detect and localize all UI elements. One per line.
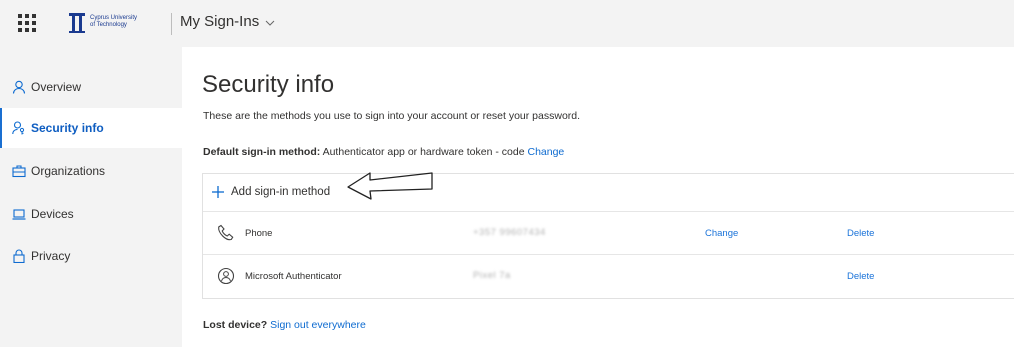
app-launcher-icon[interactable] <box>18 14 36 32</box>
default-method-value: Authenticator app or hardware token - co… <box>322 146 525 158</box>
sidebar-item-organizations[interactable]: Organizations <box>0 151 182 191</box>
methods-card: Add sign-in method Phone +357 99607434 C… <box>202 173 1014 299</box>
sidebar-item-security-info[interactable]: Security info <box>0 108 182 148</box>
university-logo-mark <box>69 13 85 33</box>
method-name: Microsoft Authenticator <box>245 271 342 282</box>
laptop-icon <box>12 209 26 220</box>
lost-device-line: Lost device? Sign out everywhere <box>203 319 366 331</box>
app-title: My Sign-Ins <box>180 13 260 30</box>
phone-icon <box>218 224 234 241</box>
app-title-dropdown[interactable]: My Sign-Ins <box>180 13 275 30</box>
university-logo-text: Cyprus University of Technology <box>90 15 138 28</box>
method-name: Phone <box>245 228 273 239</box>
annotation-arrow-icon <box>347 172 433 200</box>
method-row-phone: Phone +357 99607434 Change Delete <box>203 211 1014 255</box>
method-value: Pixel 7a <box>473 270 511 281</box>
method-value: +357 99607434 <box>473 227 546 238</box>
main-content: Security info These are the methods you … <box>182 47 1014 347</box>
sign-out-everywhere-link[interactable]: Sign out everywhere <box>270 319 366 331</box>
sidebar-item-label: Organizations <box>31 164 106 178</box>
university-logo: Cyprus University of Technology <box>68 12 168 34</box>
add-sign-in-method-label: Add sign-in method <box>231 186 331 198</box>
sidebar-item-label: Devices <box>31 207 74 221</box>
sidebar-item-devices[interactable]: Devices <box>0 194 182 234</box>
top-bar: Cyprus University of Technology My Sign-… <box>0 0 1014 47</box>
header-divider <box>171 13 172 35</box>
lost-device-label: Lost device? <box>203 319 268 331</box>
add-sign-in-method-button[interactable]: Add sign-in method <box>203 174 1014 210</box>
method-row-authenticator: Microsoft Authenticator Pixel 7a Delete <box>203 254 1014 298</box>
sidebar-item-overview[interactable]: Overview <box>0 67 182 107</box>
sidebar-item-label: Privacy <box>31 249 71 263</box>
delete-phone-link[interactable]: Delete <box>847 228 874 239</box>
chevron-down-icon <box>265 20 275 26</box>
sidebar-item-privacy[interactable]: Privacy <box>0 236 182 276</box>
default-method-line: Default sign-in method: Authenticator ap… <box>203 146 564 158</box>
sidebar-item-label: Security info <box>31 121 104 135</box>
sidebar-item-label: Overview <box>31 80 82 94</box>
briefcase-icon <box>12 165 26 178</box>
authenticator-icon <box>217 267 235 285</box>
page-description: These are the methods you use to sign in… <box>203 110 581 122</box>
page-title: Security info <box>202 71 335 98</box>
delete-authenticator-link[interactable]: Delete <box>847 271 874 282</box>
default-method-label: Default sign-in method: <box>203 146 321 158</box>
plus-icon <box>212 186 224 198</box>
person-key-icon <box>12 121 25 135</box>
person-icon <box>12 80 26 94</box>
change-phone-link[interactable]: Change <box>705 228 738 239</box>
lock-icon <box>13 249 25 263</box>
change-default-link[interactable]: Change <box>527 146 564 158</box>
sidebar: Overview Security info Organizations Dev… <box>0 47 182 347</box>
